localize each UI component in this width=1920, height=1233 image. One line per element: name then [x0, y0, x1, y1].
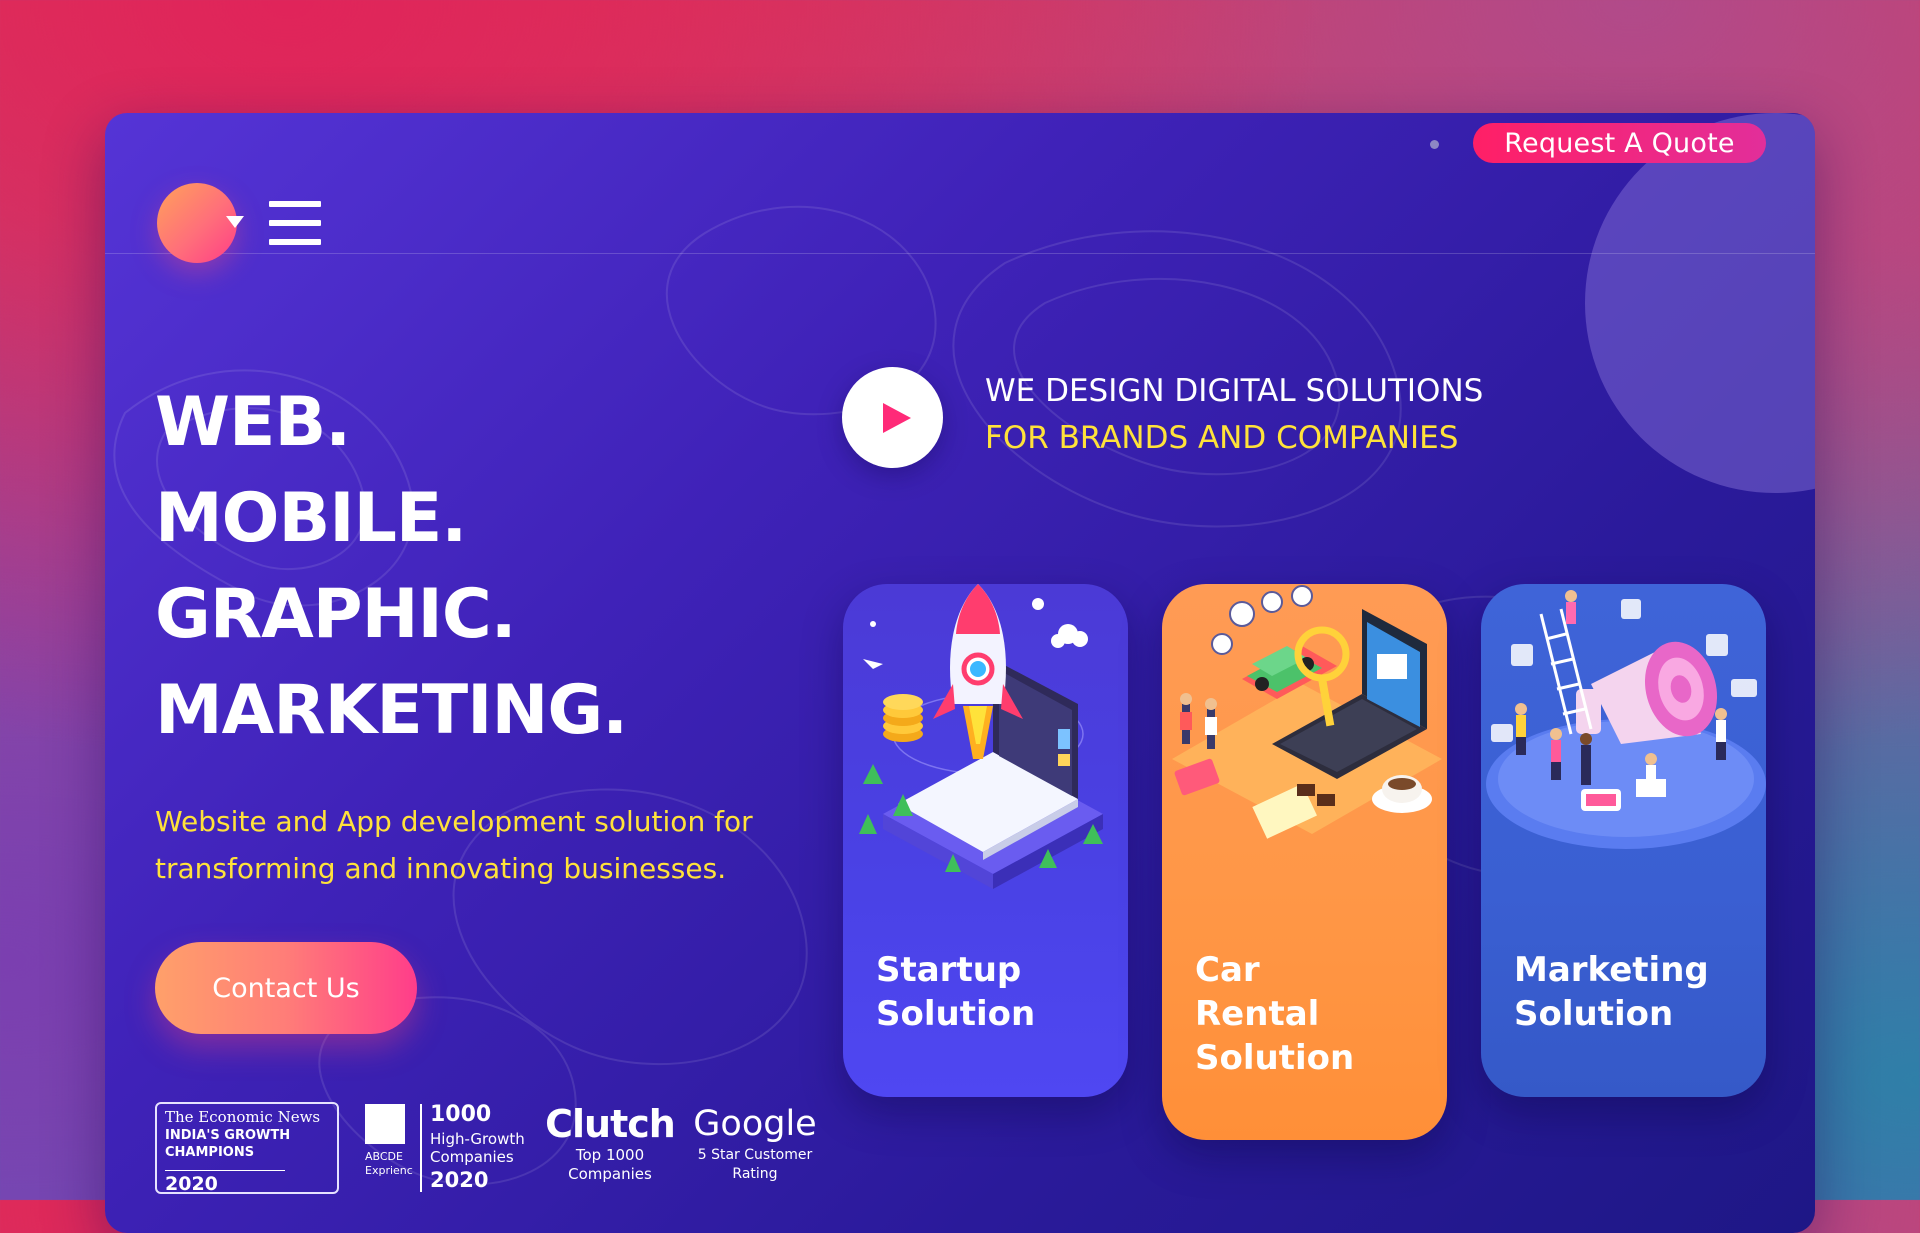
- hero-subtext: Website and App development solution for…: [155, 805, 753, 885]
- hamburger-line: [269, 201, 321, 207]
- card-car-title-line2: Rental: [1195, 994, 1320, 1034]
- badge-growth-number: 1000: [430, 1102, 492, 1127]
- headline-line-mobile: MOBILE.: [155, 479, 467, 558]
- tagline-line2: FOR BRANDS AND COMPANIES: [985, 420, 1459, 456]
- play-icon: [882, 402, 911, 433]
- headline-line-marketing: MARKETING.: [155, 671, 628, 750]
- badge-growth-label: High-Growth Companies: [430, 1130, 525, 1166]
- hamburger-line: [269, 239, 321, 245]
- badge-econ-line2: INDIA'S GROWTH: [165, 1128, 291, 1143]
- badge-econ-line3: CHAMPIONS: [165, 1145, 255, 1160]
- clutch-logo-text: Clutch: [545, 1102, 676, 1146]
- hamburger-line: [269, 220, 321, 226]
- tagline: WE DESIGN DIGITAL SOLUTIONS FOR BRANDS A…: [985, 368, 1483, 462]
- rocket-laptop-illustration: [859, 584, 1103, 889]
- hamburger-icon[interactable]: [269, 201, 321, 245]
- card-startup-title-line1: Startup: [876, 950, 1022, 990]
- card-car-title-line1: Car: [1195, 950, 1260, 990]
- google-line1: 5 Star Customer: [697, 1147, 813, 1163]
- card-marketing-title-line2: Solution: [1514, 994, 1674, 1034]
- contact-us-button[interactable]: Contact Us: [155, 942, 417, 1034]
- google-line2: Rating: [732, 1166, 778, 1182]
- page-frame: Request A Quote WEB. MOBILE. GRAPHIC. MA…: [105, 113, 1815, 1233]
- economic-news-badge: The Economic News INDIA'S GROWTH CHAMPIO…: [155, 1102, 339, 1195]
- logo-circle-icon[interactable]: [157, 183, 237, 263]
- google-badge: Google 5 Star Customer Rating: [690, 1102, 820, 1184]
- badge-square-icon: [365, 1104, 405, 1144]
- google-logo-text: Google: [693, 1104, 817, 1144]
- badge-divider: [420, 1104, 422, 1192]
- car-laptop-illustration: [1172, 585, 1442, 839]
- logo-dropdown-icon: [226, 216, 244, 228]
- high-growth-badge: ABCDE Exprienc 1000 High-Growth Companie…: [365, 1102, 535, 1197]
- card-startup-solution[interactable]: Startup Solution: [843, 584, 1128, 1097]
- badge-growth-year: 2020: [430, 1168, 489, 1192]
- play-video-button[interactable]: [842, 367, 943, 468]
- badge-abc-text: ABCDE Exprienc: [365, 1150, 413, 1177]
- card-marketing-title-line1: Marketing: [1514, 950, 1709, 990]
- headline-line-web: WEB.: [155, 383, 351, 462]
- megaphone-illustration: [1486, 590, 1766, 849]
- hero-headline: WEB. MOBILE. GRAPHIC. MARKETING.: [155, 375, 628, 759]
- card-startup-title-line2: Solution: [876, 994, 1036, 1034]
- badge-econ-year: 2020: [165, 1170, 285, 1195]
- card-car-rental-solution[interactable]: Car Rental Solution: [1162, 584, 1447, 1140]
- badge-econ-title: The Economic News: [165, 1108, 321, 1126]
- tagline-line1: WE DESIGN DIGITAL SOLUTIONS: [985, 373, 1484, 409]
- clutch-line1: Top 1000: [575, 1146, 645, 1164]
- card-marketing-solution[interactable]: Marketing Solution: [1481, 584, 1766, 1097]
- request-quote-button[interactable]: Request A Quote: [1473, 123, 1766, 163]
- clutch-line2: Companies: [568, 1165, 652, 1183]
- card-car-title-line3: Solution: [1195, 1038, 1355, 1078]
- clutch-badge: Clutch Top 1000 Companies: [545, 1102, 676, 1184]
- topbar-dot: [1430, 140, 1439, 149]
- headline-line-graphic: GRAPHIC.: [155, 575, 517, 654]
- header-divider: [105, 253, 1815, 254]
